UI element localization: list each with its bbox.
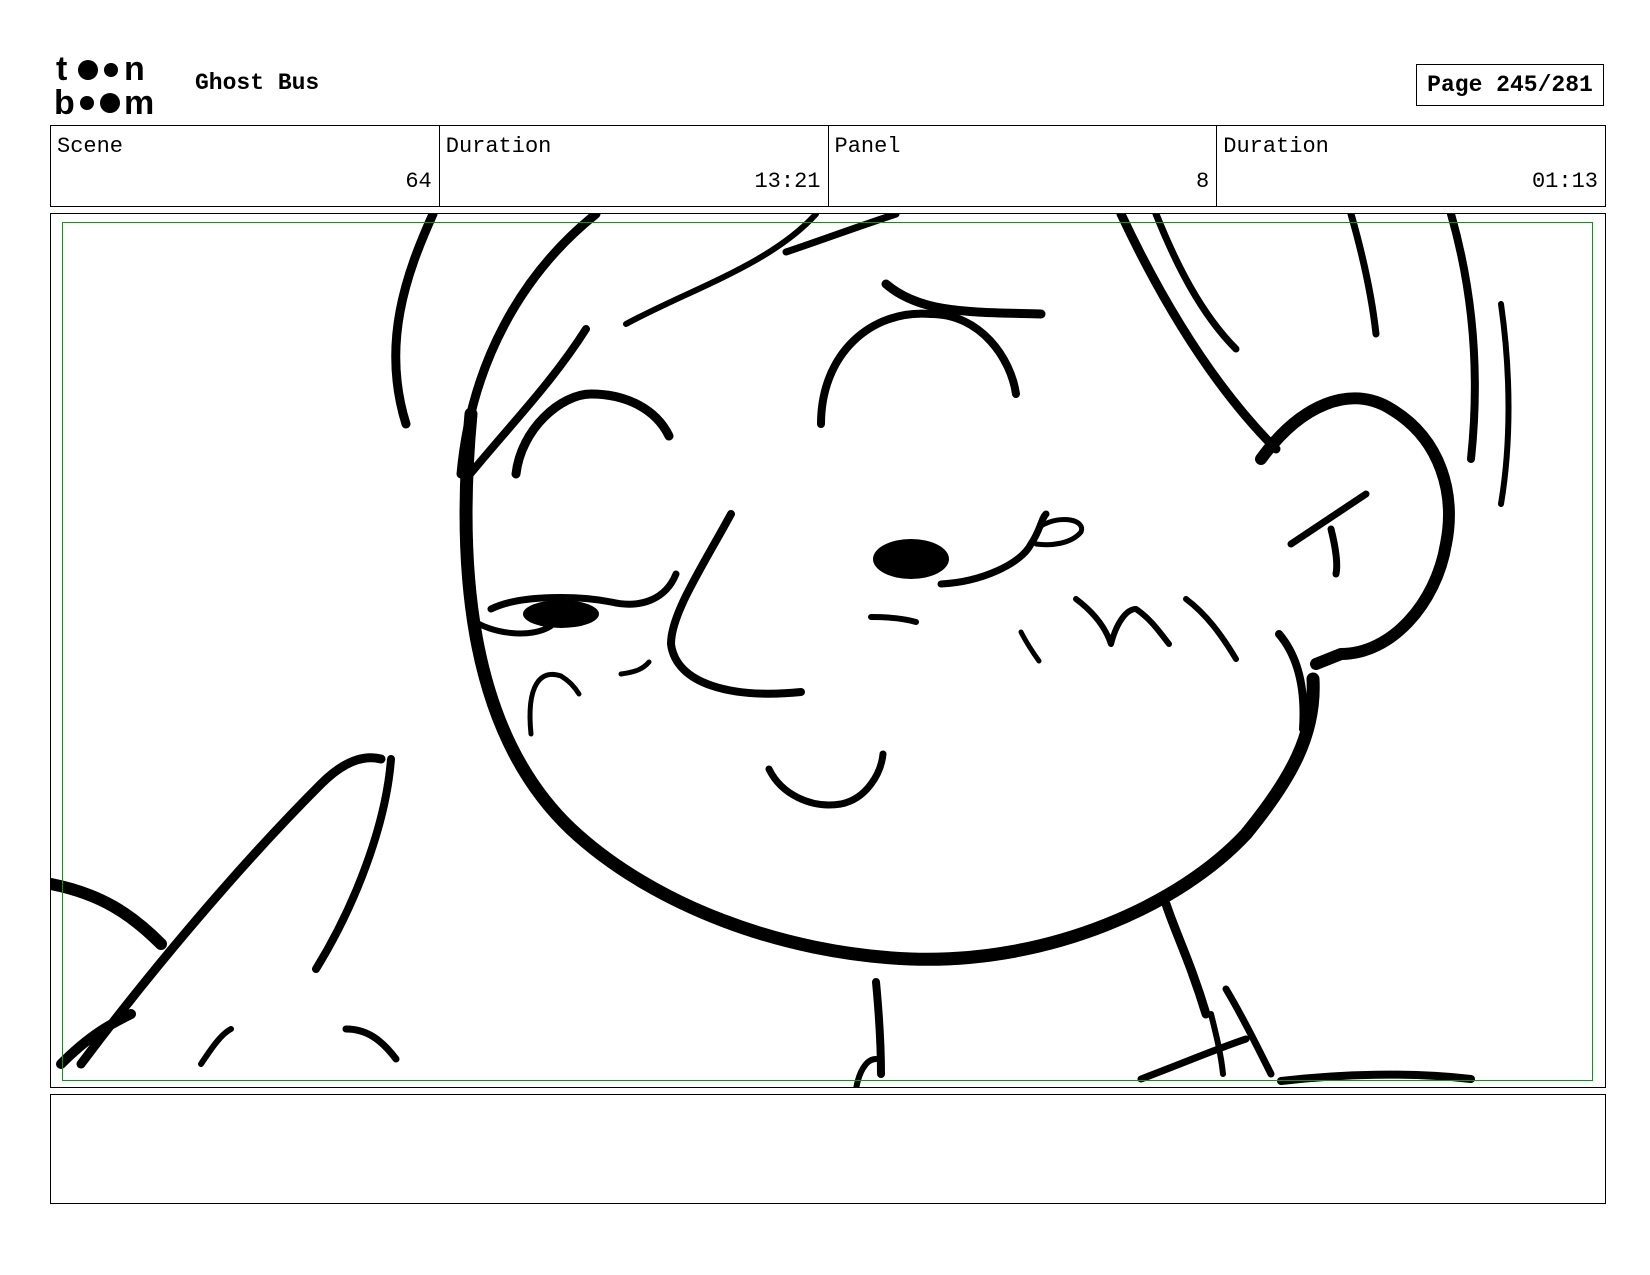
storyboard-panel [50, 213, 1606, 1088]
project-title: Ghost Bus [195, 70, 320, 96]
panel-label: Panel [834, 134, 901, 159]
character-sketch [51, 214, 1512, 1087]
panel-notes-box[interactable] [50, 1094, 1606, 1204]
svg-text:n: n [124, 52, 145, 88]
svg-text:t: t [56, 52, 67, 88]
svg-text:b: b [54, 84, 75, 118]
panel-cell: Panel 8 [829, 126, 1218, 206]
panel-value: 8 [1196, 169, 1210, 194]
scene-duration-value: 13:21 [754, 169, 821, 194]
panel-duration-value: 01:13 [1531, 169, 1598, 194]
page-indicator: Page 245/281 [1416, 64, 1604, 106]
scene-duration-label: Duration [445, 134, 552, 159]
panel-info-bar: Scene 64 Duration 13:21 Panel 8 Duration… [50, 125, 1606, 207]
scene-cell: Scene 64 [51, 126, 440, 206]
scene-value: 64 [405, 169, 432, 194]
toonboom-logo: t n b m [54, 52, 154, 118]
svg-text:m: m [124, 84, 154, 118]
panel-duration-label: Duration [1223, 134, 1329, 159]
scene-label: Scene [57, 134, 124, 159]
panel-duration-cell: Duration 01:13 [1217, 126, 1605, 206]
scene-duration-cell: Duration 13:21 [440, 126, 829, 206]
